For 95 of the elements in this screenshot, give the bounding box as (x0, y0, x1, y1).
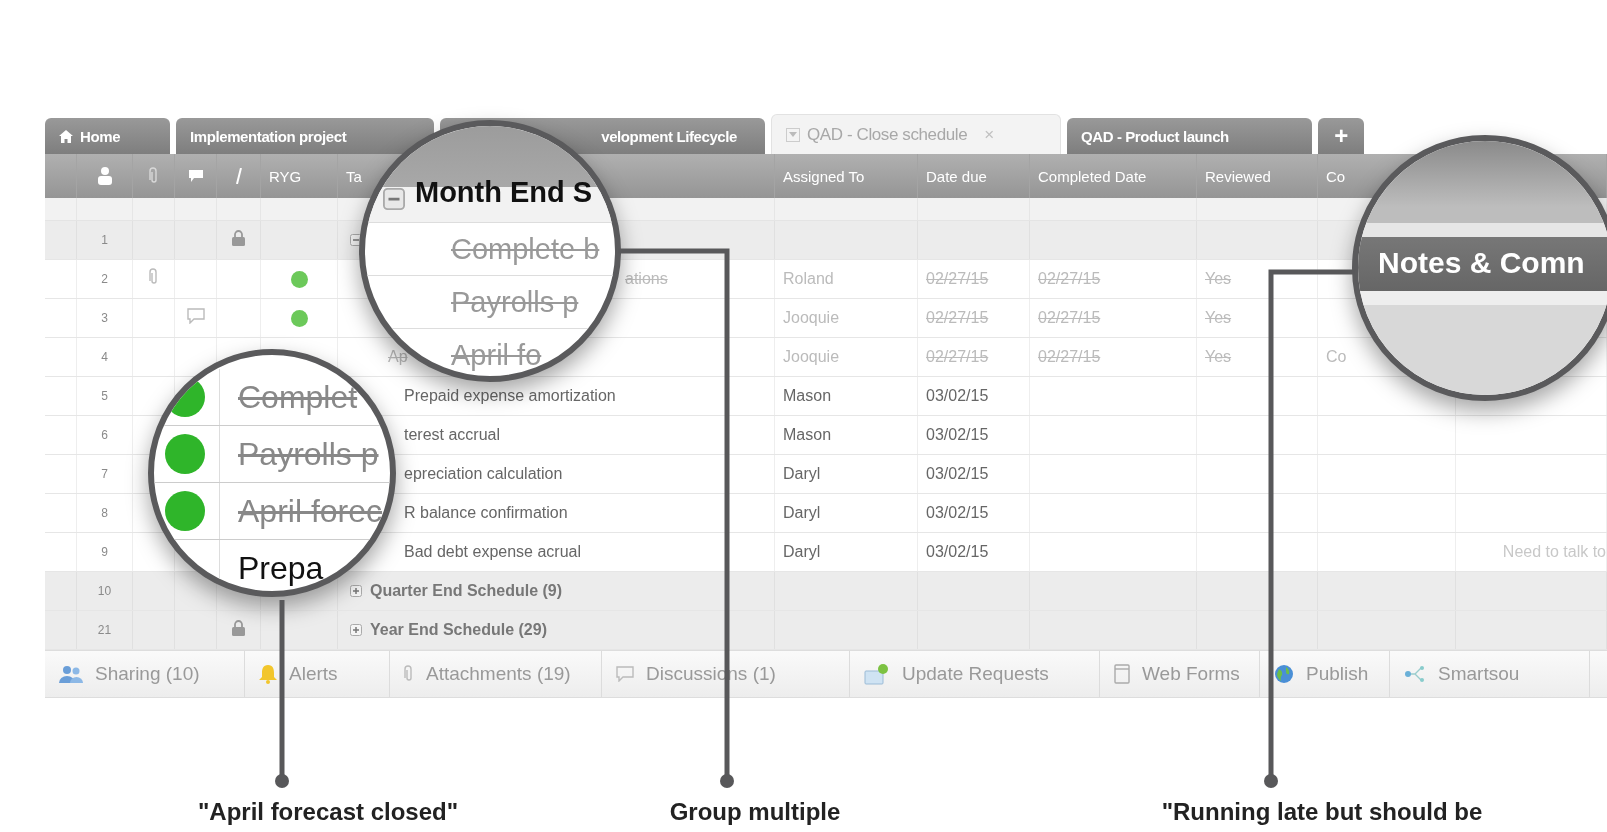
task-name: R balance confirmation (404, 504, 568, 522)
date-due: 02/27/15 (926, 309, 989, 327)
caption: "April forecast closed" (197, 798, 459, 826)
paperclip-icon (148, 167, 159, 185)
task-name: Prepa (237, 549, 324, 587)
task-name: Prepaid expense amortization (404, 387, 616, 405)
collapse-icon[interactable] (383, 188, 405, 210)
assignee: Daryl (783, 543, 821, 561)
close-button[interactable]: × (984, 124, 994, 145)
speech-bubble-icon (188, 170, 203, 182)
date-due: 02/27/15 (926, 348, 989, 366)
tab[interactable]: QAD - Close schedule × (771, 114, 1061, 154)
completed-date: 02/27/15 (1038, 270, 1101, 288)
date-due: 03/02/15 (926, 504, 989, 522)
task-name: April forec (237, 492, 383, 530)
expand-icon[interactable] (350, 585, 362, 597)
task-name: April fo (451, 338, 542, 372)
lock-icon (232, 230, 245, 246)
date-due: 02/27/15 (926, 270, 989, 288)
row-number: 1 (101, 233, 108, 247)
toolbar-button[interactable]: Attachments (19) (390, 651, 602, 697)
column-header[interactable]: RYG (269, 167, 302, 185)
row-number: 9 (101, 545, 108, 559)
column-header[interactable]: Completed Date (1038, 167, 1147, 185)
row-number: 2 (101, 272, 108, 286)
people-icon (59, 665, 83, 683)
lock-icon (232, 620, 245, 636)
task-name: Bad debt expense acrual (404, 543, 581, 561)
form-icon (1114, 664, 1130, 684)
column-header[interactable]: Co (1326, 167, 1346, 185)
assignee: Mason (783, 426, 832, 444)
assignee: Jooquie (783, 309, 840, 327)
comment-text: Co (1326, 348, 1347, 366)
task-name: Complete b (451, 232, 600, 266)
toolbar-button[interactable]: Alerts (245, 651, 390, 697)
group-name: Month End S (415, 175, 593, 210)
task-name: Ap (388, 348, 408, 366)
row-number: 7 (101, 467, 108, 481)
paperclip-icon (148, 268, 159, 286)
task-name: epreciation calculation (404, 465, 563, 483)
home-icon (59, 129, 73, 143)
caption: Group multiple (669, 798, 841, 826)
row-number: 21 (97, 623, 112, 637)
assignee: Mason (783, 387, 832, 405)
toolbar-button[interactable]: Web Forms (1100, 651, 1260, 697)
expand-icon[interactable] (350, 624, 362, 636)
column-header: Notes & Comn (1377, 245, 1586, 281)
date-due: 03/02/15 (926, 387, 989, 405)
row-number: 10 (97, 584, 112, 598)
column-header[interactable]: Ta (346, 167, 362, 185)
group-name: Quarter End Schedule (9) (370, 582, 563, 600)
row-number: 4 (101, 350, 108, 364)
column-header[interactable]: Assigned To (783, 167, 865, 185)
date-due: 03/02/15 (926, 465, 989, 483)
task-name: ations (625, 270, 668, 288)
task-name: terest accrual (404, 426, 501, 444)
task-name: Payrolls p (451, 285, 579, 319)
share-nodes-icon (1404, 665, 1426, 683)
reviewed-value: Yes (1205, 309, 1232, 327)
paperclip-icon (404, 665, 414, 683)
group-name: Year End Schedule (29) (370, 621, 547, 639)
assignee: Jooquie (783, 348, 840, 366)
toolbar-button[interactable]: Publish (1260, 651, 1390, 697)
row-number: 5 (101, 389, 108, 403)
envelope-pin-icon (864, 663, 890, 685)
row-number: 3 (101, 311, 108, 325)
completed-date: 02/27/15 (1038, 348, 1101, 366)
slash-icon (235, 168, 242, 184)
globe-icon (1274, 664, 1294, 684)
toolbar-button[interactable]: Sharing (10) (45, 651, 245, 697)
tab[interactable]: + (1318, 118, 1364, 154)
reviewed-value: Yes (1205, 270, 1232, 288)
tab[interactable]: Implementation project (176, 118, 434, 154)
toolbar-button[interactable]: Smartsou (1390, 651, 1590, 697)
completed-date: 02/27/15 (1038, 309, 1101, 327)
task-name: Complet (237, 378, 358, 416)
person-icon (97, 167, 112, 185)
column-header[interactable]: Date due (926, 167, 987, 185)
tab[interactable]: QAD - Product launch (1067, 118, 1312, 154)
caption: "Running late but should be (1161, 798, 1483, 826)
row-number: 6 (101, 428, 108, 442)
date-due: 03/02/15 (926, 426, 989, 444)
task-name: Payrolls p (237, 435, 379, 473)
row-number: 8 (101, 506, 108, 520)
toolbar-button[interactable]: Update Requests (850, 651, 1100, 697)
column-header[interactable]: Reviewed (1205, 167, 1271, 185)
speech-bubble-icon (186, 308, 205, 324)
assignee: Daryl (783, 465, 821, 483)
tab[interactable]: Home (45, 118, 170, 154)
assignee: Roland (783, 270, 834, 288)
speech-bubble-icon (616, 666, 634, 682)
reviewed-value: Yes (1205, 348, 1232, 366)
assignee: Daryl (783, 504, 821, 522)
date-due: 03/02/15 (926, 543, 989, 561)
bell-icon (259, 664, 277, 684)
